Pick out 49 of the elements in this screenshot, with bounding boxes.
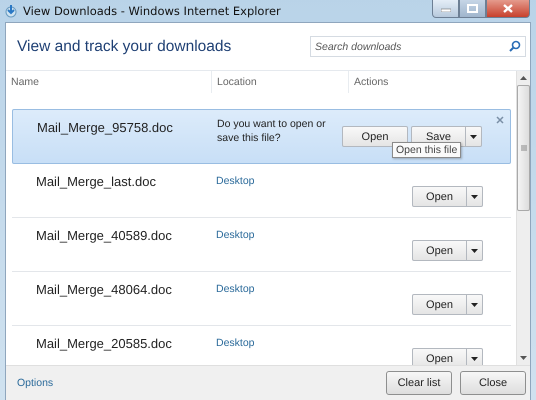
tooltip: Open this file [392,142,462,158]
location-link[interactable]: Desktop [216,326,339,349]
dropdown-button[interactable] [467,294,483,315]
caret-icon [471,356,478,360]
scrollbar[interactable] [516,71,530,365]
close-icon [503,4,513,13]
column-header[interactable]: Name [6,71,212,93]
column-header[interactable]: Location [212,71,349,93]
page-heading: View and track your downloads [17,38,232,56]
file-name: Mail_Merge_20585.doc [35,335,173,353]
location-link[interactable]: Desktop [216,164,339,187]
maximize-button[interactable] [459,0,486,18]
file-name: Mail_Merge_last.doc [35,173,157,191]
dismiss-icon[interactable] [496,116,504,124]
options-link[interactable]: Options [17,377,54,389]
footer-button[interactable]: Close [460,371,526,395]
prompt-text: Do you want to open or save this file? [217,117,327,146]
download-row[interactable]: Mail_Merge_95758.doc Do you want to open or save this file? Open Save Open this file [12,109,511,164]
search-icon [509,40,521,52]
window-title: View Downloads - Windows Internet Explorer [23,4,282,18]
file-name: Mail_Merge_95758.doc [36,119,174,137]
download-row[interactable]: Mail_Merge_48064.doc Desktop Open [12,272,511,326]
minimize-icon [440,6,450,12]
file-name: Mail_Merge_48064.doc [35,281,173,299]
location-link[interactable]: Desktop [216,272,339,295]
download-row[interactable]: Mail_Merge_40589.doc Desktop Open [12,218,511,272]
file-name: Mail_Merge_40589.doc [35,227,173,245]
caret-icon [471,248,478,252]
footer-button[interactable]: Clear list [386,371,452,395]
caret-icon [470,134,477,138]
dropdown-button[interactable] [466,126,482,147]
minimize-button[interactable] [432,0,459,18]
caret-icon [471,302,478,306]
dropdown-button[interactable] [467,348,483,365]
download-row[interactable]: Mail_Merge_last.doc Desktop Open [12,164,511,218]
action-button[interactable]: Open [412,348,467,365]
search-field[interactable]: Search downloads [310,36,526,57]
maximize-icon [467,4,478,13]
action-button[interactable]: Open [412,186,467,207]
caret-icon [471,194,478,198]
close-button[interactable] [486,0,530,18]
action-button[interactable]: Open [412,240,467,261]
location-link[interactable]: Desktop [216,218,339,241]
action-button[interactable]: Open [412,294,467,315]
column-header[interactable]: Actions [349,71,388,93]
scroll-thumb[interactable] [517,85,530,211]
dropdown-button[interactable] [467,240,483,261]
action-button[interactable]: Open [342,126,408,147]
dropdown-button[interactable] [467,186,483,207]
